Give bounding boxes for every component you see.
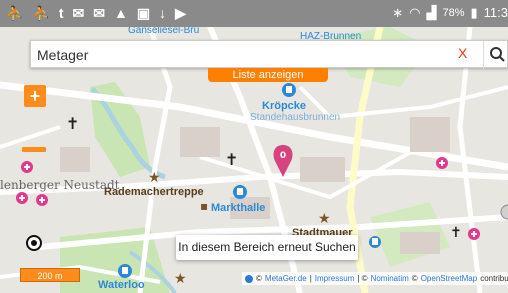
building bbox=[300, 157, 345, 182]
search-icon bbox=[490, 47, 505, 62]
attribution-text: | bbox=[309, 274, 312, 283]
clock: 11:3 bbox=[483, 5, 508, 20]
attraction-star-icon: ★ bbox=[174, 271, 187, 287]
person-icon: ⛹ bbox=[6, 5, 24, 21]
result-marker[interactable]: 0 bbox=[273, 145, 293, 177]
metager-logo-icon bbox=[245, 274, 253, 283]
search-this-area-button[interactable]: In diesem Bereich erneut Suchen bbox=[176, 235, 358, 260]
openstreetmap-link[interactable]: OpenStreetMap bbox=[421, 272, 477, 285]
bluetooth-icon: ∗ bbox=[392, 5, 404, 20]
map-label: Waterloo bbox=[98, 279, 145, 291]
system-status: ∗ ◠ ▟ 78% ▮ 11:3 bbox=[392, 4, 508, 22]
show-list-button[interactable]: Liste anzeigen bbox=[208, 68, 328, 82]
subway-station-icon bbox=[369, 236, 381, 248]
impressum-link[interactable]: Impressum bbox=[315, 272, 355, 285]
download-icon: ↓ bbox=[159, 5, 167, 21]
subway-station-icon bbox=[282, 83, 296, 97]
signal-icon: ▟ bbox=[426, 5, 437, 20]
attribution-text: | © bbox=[357, 274, 368, 283]
pharmacy-icon bbox=[436, 157, 448, 169]
metager-link[interactable]: MetaGer.de bbox=[265, 272, 307, 285]
map-label: Kröpcke bbox=[262, 100, 307, 112]
pharmacy-icon bbox=[468, 228, 480, 240]
attribution-text: © bbox=[256, 274, 262, 283]
attribution-text: © bbox=[411, 274, 418, 283]
attraction-star-icon: ★ bbox=[318, 211, 331, 227]
attribution-text: contributors bbox=[480, 274, 508, 283]
locate-me-button[interactable] bbox=[24, 233, 44, 253]
building bbox=[400, 232, 440, 254]
map-label: lenberger Neustadt bbox=[0, 178, 120, 192]
church-icon: ✝ bbox=[66, 114, 79, 133]
search-input[interactable] bbox=[37, 45, 437, 65]
nominatim-link[interactable]: Nominatim bbox=[371, 272, 409, 285]
mail-icon: ✉ bbox=[72, 5, 85, 21]
battery-percent: 78% bbox=[442, 7, 465, 19]
status-bar: ⛹ ⛹ t ✉ ✉ ▲ ▣ ↓ ▶ ∗ ◠ ▟ 78% ▮ 11:3 bbox=[0, 0, 508, 27]
map-attribution: © MetaGer.de | Impressum | © Nominatim ©… bbox=[242, 272, 508, 285]
pharmacy-icon bbox=[21, 161, 33, 173]
map-label: Standehausbrunnen bbox=[250, 112, 341, 123]
map-label: Markthalle bbox=[211, 202, 266, 214]
church-icon: ✝ bbox=[225, 150, 238, 169]
building bbox=[410, 117, 450, 152]
building bbox=[180, 127, 220, 157]
map-label: Rademachertreppe bbox=[104, 186, 204, 198]
mail-icon: ✉ bbox=[93, 5, 106, 21]
search-button[interactable] bbox=[483, 41, 508, 69]
pharmacy-icon bbox=[16, 192, 28, 204]
attraction-star-icon: ▪ bbox=[200, 199, 208, 213]
zoom-out-button[interactable] bbox=[22, 147, 46, 152]
zoom-in-button[interactable]: + bbox=[24, 85, 46, 107]
subway-station-icon bbox=[118, 264, 132, 278]
person-icon: ⛹ bbox=[32, 5, 50, 21]
warning-icon: ▲ bbox=[114, 5, 128, 21]
play-icon: ▶ bbox=[175, 5, 186, 21]
map-label: Gänseliesel-Brü bbox=[128, 27, 200, 36]
road bbox=[0, 125, 61, 149]
clipboard-icon: ▣ bbox=[136, 5, 151, 21]
notification-icons: ⛹ ⛹ t ✉ ✉ ▲ ▣ ↓ ▶ bbox=[6, 4, 186, 22]
search-bar: X bbox=[30, 40, 508, 69]
subway-station-icon bbox=[233, 185, 247, 199]
battery-icon: ▮ bbox=[470, 5, 478, 20]
scale-bar: 200 m bbox=[20, 268, 80, 282]
crosshair-icon bbox=[26, 235, 42, 251]
marker-label: 0 bbox=[280, 151, 286, 161]
attraction-star-icon: ★ bbox=[148, 170, 161, 186]
building bbox=[60, 147, 90, 172]
pharmacy-icon bbox=[36, 194, 48, 206]
church-icon: ✝ bbox=[450, 225, 462, 241]
clear-search-button[interactable]: X bbox=[458, 45, 467, 61]
twitter-icon: t bbox=[58, 5, 64, 21]
wifi-icon: ◠ bbox=[409, 5, 421, 20]
